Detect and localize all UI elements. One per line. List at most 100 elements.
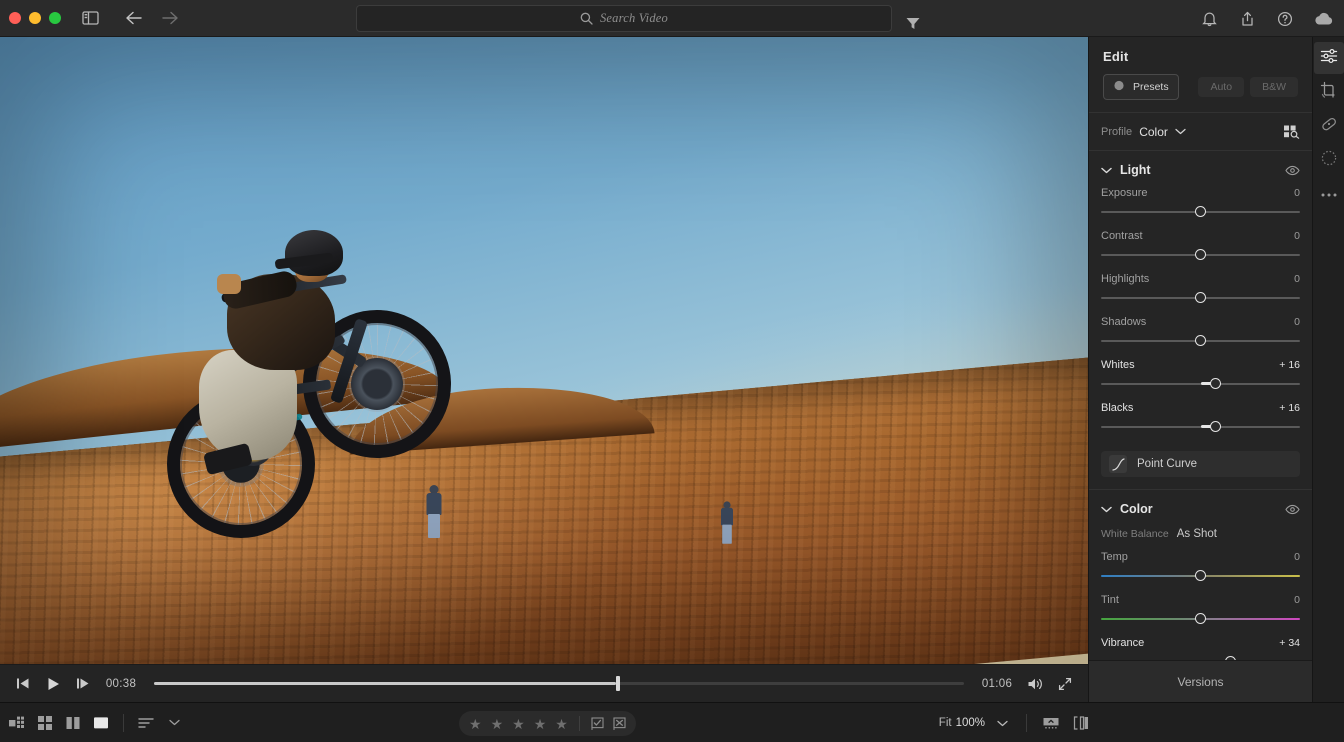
lightroom-window: Search Video 00:38 01:06 Edit Presets Au… (0, 0, 1344, 742)
slider-label: Contrast (1101, 230, 1143, 242)
slider-knob[interactable] (1195, 206, 1206, 217)
close-window-button[interactable] (9, 12, 21, 24)
video-viewer: 00:38 01:06 (0, 37, 1088, 702)
white-balance-value[interactable]: As Shot (1177, 528, 1217, 540)
profile-value[interactable]: Color (1139, 125, 1168, 139)
single-photo-view-button[interactable] (88, 710, 114, 736)
auto-button[interactable]: Auto (1198, 77, 1245, 97)
expand-icon[interactable] (1052, 671, 1078, 697)
slider-track[interactable] (1101, 613, 1300, 624)
total-time-label: 01:06 (981, 677, 1013, 690)
healing-icon (1320, 115, 1338, 138)
sliders-icon (1320, 48, 1338, 69)
versions-bar[interactable]: Versions (1089, 660, 1312, 702)
grid-detail-view-button[interactable] (4, 710, 30, 736)
sort-chevron-down-icon[interactable] (161, 710, 187, 736)
slider-track[interactable] (1101, 421, 1300, 432)
bell-icon[interactable] (1194, 4, 1224, 34)
slider-knob[interactable] (1195, 292, 1206, 303)
slider-track[interactable] (1101, 292, 1300, 303)
eye-icon[interactable] (1285, 504, 1300, 515)
presets-button[interactable]: Presets (1103, 74, 1179, 100)
healing-tool-button[interactable] (1314, 110, 1344, 142)
sidebar-toggle-icon[interactable] (75, 3, 105, 33)
white-balance-row[interactable]: White Balance As Shot (1089, 526, 1312, 551)
bw-button[interactable]: B&W (1250, 77, 1298, 97)
slider-knob[interactable] (1209, 421, 1221, 432)
slider-knob[interactable] (1195, 613, 1206, 624)
compare-view-button[interactable] (60, 710, 86, 736)
slider-highlights: Highlights 0 (1101, 273, 1300, 303)
mountain-biker-subject (167, 222, 460, 542)
more-tools-button[interactable] (1314, 178, 1344, 210)
star-rating-2[interactable]: ★ (491, 717, 504, 731)
scrubber-playhead[interactable] (615, 676, 620, 691)
search-input[interactable]: Search Video (356, 5, 892, 32)
play-icon[interactable] (40, 671, 66, 697)
slider-track[interactable] (1101, 335, 1300, 346)
divider (578, 716, 580, 731)
star-rating-1[interactable]: ★ (469, 717, 482, 731)
star-rating-4[interactable]: ★ (534, 717, 547, 731)
bystander-legs (722, 524, 732, 544)
color-section-header[interactable]: Color (1089, 490, 1312, 526)
slider-value: + 34 (1279, 637, 1300, 649)
before-after-icon[interactable] (1068, 710, 1094, 736)
grid-view-button[interactable] (32, 710, 58, 736)
point-curve-button[interactable]: Point Curve (1101, 451, 1300, 477)
masking-tool-button[interactable] (1314, 144, 1344, 176)
volume-icon[interactable] (1022, 671, 1048, 697)
arrow-right-icon[interactable] (155, 3, 185, 33)
star-rating-5[interactable]: ★ (555, 717, 568, 731)
slider-track[interactable] (1101, 206, 1300, 217)
crop-tool-button[interactable] (1314, 76, 1344, 108)
light-section-header[interactable]: Light (1089, 151, 1312, 187)
slider-label: Blacks (1101, 402, 1134, 414)
view-mode-group (0, 710, 187, 736)
video-control-bar: 00:38 01:06 (0, 664, 1088, 702)
sort-icon[interactable] (133, 710, 159, 736)
slider-knob[interactable] (1195, 570, 1206, 581)
browse-profiles-icon[interactable] (1283, 124, 1300, 139)
share-icon[interactable] (1232, 4, 1262, 34)
slider-track[interactable] (1101, 570, 1300, 581)
video-scrubber[interactable] (154, 671, 964, 697)
chevron-down-icon[interactable] (1101, 506, 1112, 513)
slider-label: Vibrance (1101, 637, 1145, 649)
slider-label: Highlights (1101, 273, 1150, 285)
chevron-down-icon[interactable] (1101, 167, 1112, 174)
video-canvas[interactable] (0, 37, 1088, 664)
rider-helmet (285, 230, 343, 276)
search-placeholder: Search Video (599, 11, 668, 25)
slider-track[interactable] (1101, 249, 1300, 260)
slider-value: + 16 (1279, 359, 1300, 371)
slider-knob[interactable] (1195, 249, 1206, 260)
arrow-left-icon[interactable] (119, 3, 149, 33)
slider-track[interactable] (1101, 378, 1300, 389)
cloud-icon[interactable] (1308, 4, 1338, 34)
zoom-chevron-down-icon[interactable] (989, 710, 1015, 736)
slider-knob[interactable] (1209, 378, 1221, 389)
slider-knob[interactable] (1195, 335, 1206, 346)
color-section-title: Color (1120, 502, 1153, 516)
divider (1026, 714, 1027, 732)
star-rating-3[interactable]: ★ (512, 717, 525, 731)
flag-reject-icon[interactable] (613, 717, 626, 730)
zoom-level-label[interactable]: 100% (956, 717, 985, 729)
filter-funnel-icon[interactable] (898, 8, 928, 38)
filmstrip-icon[interactable] (1038, 710, 1064, 736)
chevron-down-icon[interactable] (1175, 128, 1186, 135)
help-icon[interactable] (1270, 4, 1300, 34)
edit-panel-scroll[interactable]: Edit Presets Auto B&W Profile Color Ligh… (1089, 37, 1312, 702)
edit-panel-header: Edit (1089, 37, 1312, 64)
eye-icon[interactable] (1285, 165, 1300, 176)
edit-tool-button[interactable] (1313, 42, 1344, 74)
skip-back-frame-icon[interactable] (10, 671, 36, 697)
minimize-window-button[interactable] (29, 12, 41, 24)
zoom-controls: Fit 100% (939, 703, 1094, 742)
flag-pick-icon[interactable] (591, 717, 604, 730)
fit-label[interactable]: Fit (939, 717, 952, 729)
skip-forward-frame-icon[interactable] (70, 671, 96, 697)
scrubber-fill (154, 682, 616, 685)
maximize-window-button[interactable] (49, 12, 61, 24)
